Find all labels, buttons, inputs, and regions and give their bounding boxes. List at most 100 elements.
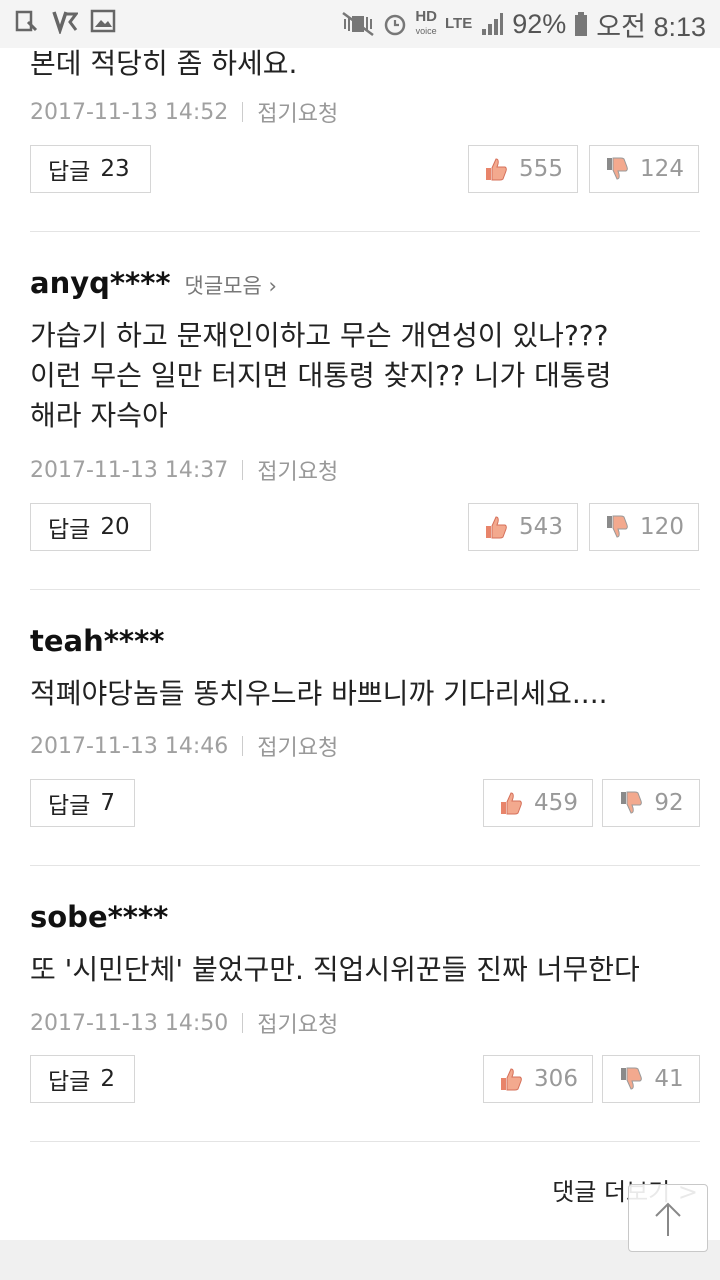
- comment-date: 2017-11-13 14:52: [30, 99, 229, 125]
- comment-date: 2017-11-13 14:50: [30, 1010, 229, 1036]
- comment-meta: 2017-11-13 14:52 접기요청: [30, 96, 700, 128]
- fold-request-link[interactable]: 접기요청: [257, 454, 338, 486]
- fold-request-link[interactable]: 접기요청: [257, 730, 338, 762]
- comment-meta-wrap: 2017-11-13 14:46 접기요청: [30, 730, 700, 762]
- comment-meta: 2017-11-13 14:50 접기요청: [30, 1007, 700, 1039]
- thumbs-up-icon: [501, 792, 522, 815]
- comment-actions: 답글 7 459 92: [30, 779, 700, 829]
- lte-indicator: LTE: [445, 15, 473, 32]
- dislike-button[interactable]: 124: [589, 145, 699, 193]
- fold-request-link[interactable]: 접기요청: [257, 1007, 338, 1039]
- comment-partial: 본데 적당히 좀 하세요.: [30, 44, 700, 84]
- comment-meta: 2017-11-13 14:37 접기요청: [30, 454, 700, 486]
- comment-actions: 답글 23 555 124: [30, 145, 700, 195]
- comment-date: 2017-11-13 14:37: [30, 457, 229, 483]
- vibrate-mute-icon: [342, 11, 375, 37]
- comment-date: 2017-11-13 14:46: [30, 733, 229, 759]
- thumbs-down-icon: [621, 1067, 643, 1090]
- comment-divider: [30, 231, 700, 232]
- like-count: 306: [534, 1066, 578, 1092]
- dislike-button[interactable]: 92: [602, 779, 700, 827]
- like-count: 543: [519, 514, 563, 540]
- comment-line: 이런 무슨 일만 터지면 대통령 찾지?? 니가 대통령: [30, 359, 612, 392]
- like-button[interactable]: 543: [468, 503, 578, 551]
- thumbs-down-icon: [607, 515, 628, 538]
- dislike-count: 120: [640, 514, 684, 540]
- nickname[interactable]: anyq****: [30, 266, 171, 300]
- comment-item: teah****: [30, 624, 700, 658]
- reply-button[interactable]: 답글 20: [30, 503, 151, 551]
- dislike-button[interactable]: 120: [589, 503, 699, 551]
- thumbs-down-icon: [607, 157, 628, 180]
- comment-body-block: 또 '시민단체' 붙었구만. 직업시위꾼들 진짜 너무한다: [30, 950, 700, 990]
- gallery-icon: [90, 9, 116, 33]
- scroll-to-top-button[interactable]: [628, 1184, 708, 1252]
- status-bar: HD voice LTE 92% 오전 8:13: [0, 0, 720, 48]
- reply-label: 답글: [48, 517, 91, 543]
- reply-label: 답글: [48, 159, 91, 185]
- like-button[interactable]: 555: [468, 145, 578, 193]
- nickname[interactable]: sobe****: [30, 900, 168, 934]
- comment-item: anyq**** 댓글모음 ›: [30, 266, 700, 300]
- dislike-count: 124: [640, 156, 684, 182]
- reply-count: 2: [100, 1066, 115, 1092]
- bottom-bar: [0, 1240, 720, 1280]
- hd-voice-indicator: HD voice: [415, 8, 437, 36]
- comment-line: 해라 자슥아: [30, 399, 168, 432]
- comment-collection-link[interactable]: 댓글모음 ›: [185, 270, 277, 300]
- divider: [242, 460, 244, 480]
- comment-item: sobe****: [30, 900, 700, 934]
- like-count: 555: [519, 156, 563, 182]
- comment-divider: [30, 589, 700, 590]
- divider: [242, 102, 244, 122]
- reply-label: 답글: [48, 793, 91, 819]
- like-button[interactable]: 459: [483, 779, 593, 827]
- comment-collection-label: 댓글모음: [184, 274, 262, 298]
- like-count: 459: [534, 790, 578, 816]
- reply-button[interactable]: 답글 2: [30, 1055, 135, 1103]
- comment-divider: [30, 1141, 700, 1142]
- comment-meta-wrap: 2017-11-13 14:52 접기요청: [30, 96, 700, 128]
- reply-count: 7: [100, 790, 115, 816]
- thumbs-down-icon: [621, 791, 643, 814]
- comment-header: sobe****: [30, 900, 700, 934]
- reply-button[interactable]: 답글 7: [30, 779, 135, 827]
- v3-app-icon: [52, 11, 78, 34]
- comment-actions: 답글 2 306 41: [30, 1055, 700, 1105]
- thumbs-up-icon: [486, 158, 507, 181]
- battery-percent: 92%: [512, 8, 567, 39]
- battery-icon: [575, 12, 588, 36]
- clock: 오전 8:13: [596, 11, 706, 42]
- like-button[interactable]: 306: [483, 1055, 593, 1103]
- fold-request-link[interactable]: 접기요청: [257, 96, 338, 128]
- comment-divider: [30, 865, 700, 866]
- comment-meta-wrap: 2017-11-13 14:50 접기요청: [30, 1007, 700, 1039]
- arrow-up-icon: [655, 1202, 681, 1236]
- thumbs-up-icon: [501, 1068, 522, 1091]
- comment-actions: 답글 20 543 120: [30, 503, 700, 553]
- comment-line: 가습기 하고 문재인이하고 무슨 개연성이 있나???: [30, 319, 609, 352]
- comment-line: 적폐야당놈들 똥치우느랴 바쁘니까 기다리세요....: [30, 677, 608, 710]
- comment-body: 본데 적당히 좀 하세요.: [30, 47, 298, 80]
- nickname[interactable]: teah****: [30, 624, 164, 658]
- comment-meta-wrap: 2017-11-13 14:37 접기요청: [30, 454, 700, 486]
- dislike-count: 41: [654, 1066, 684, 1092]
- thumbs-up-icon: [486, 516, 507, 539]
- comment-meta: 2017-11-13 14:46 접기요청: [30, 730, 700, 762]
- reply-label: 답글: [48, 1069, 91, 1095]
- reply-count: 23: [100, 156, 130, 182]
- comment-line: 또 '시민단체' 붙었구만. 직업시위꾼들 진짜 너무한다: [30, 953, 640, 986]
- comment-body-block: 적폐야당놈들 똥치우느랴 바쁘니까 기다리세요....: [30, 674, 700, 714]
- alarm-icon: [385, 14, 406, 36]
- comment-header: anyq**** 댓글모음 ›: [30, 266, 700, 300]
- reply-count: 20: [100, 514, 130, 540]
- dislike-button[interactable]: 41: [602, 1055, 700, 1103]
- divider: [242, 1013, 244, 1033]
- comment-body-block: 가습기 하고 문재인이하고 무슨 개연성이 있나??? 이런 무슨 일만 터지면…: [30, 316, 700, 436]
- device-icon: [15, 10, 38, 32]
- dislike-count: 92: [654, 790, 684, 816]
- divider: [242, 736, 244, 756]
- chevron-right-icon: ›: [268, 274, 277, 298]
- comment-header: teah****: [30, 624, 700, 658]
- reply-button[interactable]: 답글 23: [30, 145, 151, 193]
